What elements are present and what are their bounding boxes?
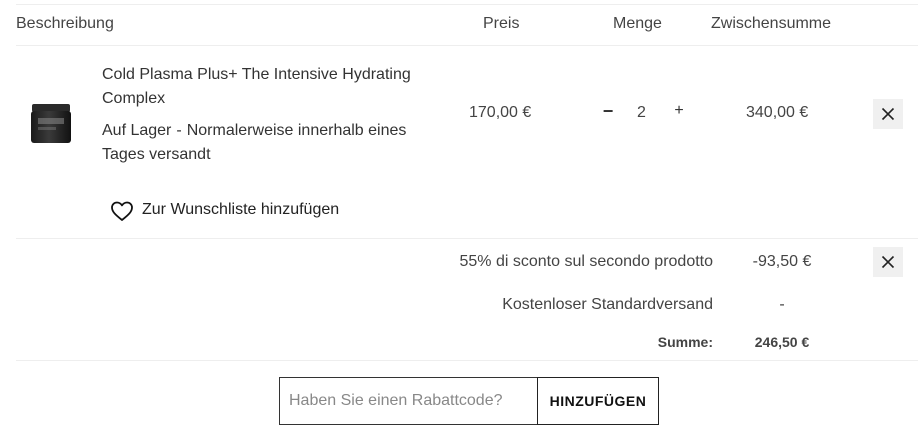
quantity-increase-button[interactable]: + <box>672 102 686 124</box>
item-divider <box>16 238 918 239</box>
product-image[interactable] <box>28 100 74 146</box>
product-name[interactable]: Cold Plasma Plus+ The Intensive Hydratin… <box>102 63 422 111</box>
remove-discount-button[interactable] <box>873 247 903 277</box>
summary-divider <box>16 360 918 361</box>
discount-label: 55% di sconto sul secondo prodotto <box>459 253 714 270</box>
quantity-decrease-button[interactable]: − <box>601 101 615 125</box>
header-divider <box>16 45 918 46</box>
header-description: Beschreibung <box>16 15 114 32</box>
unit-price: 170,00 € <box>469 104 532 121</box>
header-quantity: Menge <box>613 15 662 32</box>
wishlist-label: Zur Wunschliste hinzufügen <box>142 201 340 218</box>
heart-icon <box>111 201 133 221</box>
close-icon <box>881 107 895 121</box>
discount-value: -93,50 € <box>752 253 812 270</box>
stock-info: Auf Lager - Normalerweise innerhalb eines … <box>102 119 432 167</box>
cart-table-header: Beschreibung Preis Menge Zwischensumme <box>0 0 918 46</box>
coupon-code-input[interactable] <box>279 377 538 425</box>
total-label: Summe: <box>657 334 713 350</box>
stock-separator: - <box>176 122 182 139</box>
shipping-value: - <box>779 296 785 313</box>
close-icon <box>881 255 895 269</box>
shipping-label: Kostenloser Standardversand <box>502 296 713 313</box>
quantity-value: 2 <box>637 104 646 121</box>
stock-status: Auf Lager <box>102 122 172 139</box>
header-price: Preis <box>483 15 520 32</box>
header-subtotal: Zwischensumme <box>711 15 832 32</box>
remove-item-button[interactable] <box>873 99 903 129</box>
line-subtotal: 340,00 € <box>746 104 809 121</box>
apply-coupon-button[interactable]: HINZUFÜGEN <box>537 377 659 425</box>
total-value: 246,50 € <box>754 334 810 350</box>
